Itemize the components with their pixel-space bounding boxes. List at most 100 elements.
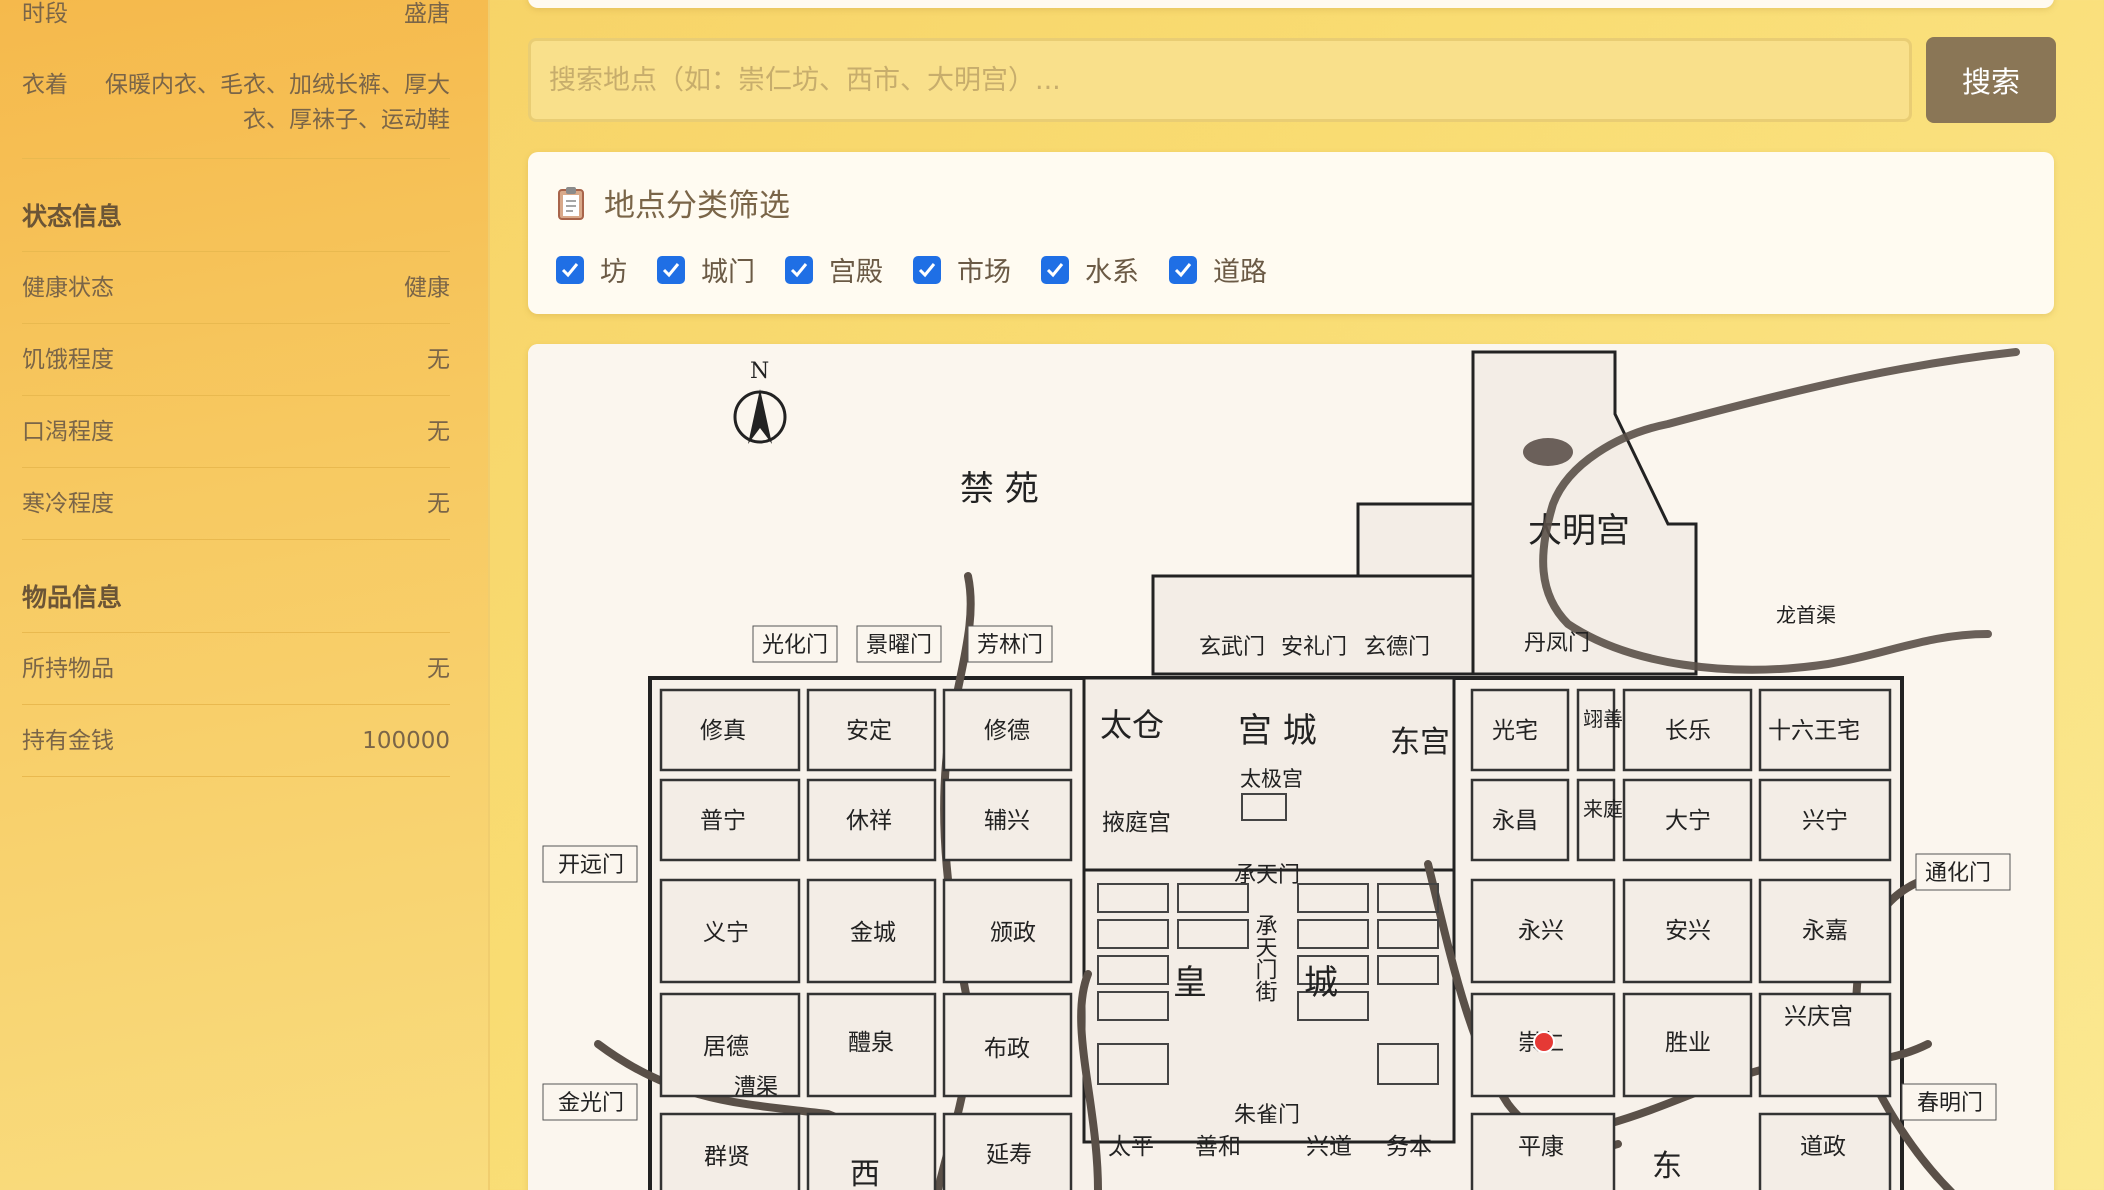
search-button[interactable]: 搜索	[1926, 37, 2056, 123]
ward-wuben[interactable]: 务本	[1386, 1134, 1432, 1160]
ward-yishan[interactable]: 翊善	[1583, 707, 1623, 731]
changan-map[interactable]: N 禁 苑 大明宫 龙首渠 光化门 景曜门 芳林门 玄武门 安礼门 玄德门 丹凤…	[528, 344, 2054, 1190]
ward-anding[interactable]: 安定	[846, 718, 892, 744]
gate-xuande[interactable]: 玄德门	[1364, 635, 1430, 660]
status-row-cold: 寒冷程度 无	[22, 468, 450, 540]
caoqu-label: 漕渠	[734, 1075, 778, 1100]
gate-fanglin[interactable]: 芳林门	[977, 633, 1043, 658]
ward-jincheng[interactable]: 金城	[850, 920, 896, 946]
east-market-label[interactable]: 东	[1652, 1149, 1682, 1184]
filter-option-water[interactable]: 水系	[1041, 250, 1139, 289]
checkbox-checked-icon[interactable]	[785, 255, 813, 284]
gate-danfeng[interactable]: 丹凤门	[1524, 631, 1590, 656]
money-value: 100000	[362, 728, 450, 754]
filter-option-gate[interactable]: 城门	[657, 250, 755, 289]
ward-daozheng[interactable]: 道政	[1800, 1134, 1846, 1160]
status-section-title: 状态信息	[22, 159, 450, 252]
ward-guangzhai[interactable]: 光宅	[1492, 718, 1538, 744]
ward-taiping[interactable]: 太平	[1108, 1134, 1154, 1160]
checkbox-checked-icon[interactable]	[657, 255, 685, 284]
ward-yongjia[interactable]: 永嘉	[1802, 918, 1848, 944]
health-value: 健康	[404, 275, 450, 301]
gate-kaiyuan[interactable]: 开远门	[558, 853, 624, 878]
ward-xingning[interactable]: 兴宁	[1802, 808, 1848, 834]
filter-label: 水系	[1085, 257, 1139, 288]
north-label: N	[750, 359, 769, 384]
possessions-label: 所持物品	[22, 656, 114, 682]
map-canvas[interactable]: N 禁 苑 大明宫 龙首渠 光化门 景曜门 芳林门 玄武门 安礼门 玄德门 丹凤…	[528, 344, 2054, 1190]
palace-donggong[interactable]: 东宫	[1390, 725, 1450, 760]
jinyuan-label: 禁 苑	[960, 469, 1039, 509]
ward-fuxing[interactable]: 辅兴	[984, 808, 1030, 834]
filter-option-palace[interactable]: 宫殿	[785, 250, 883, 289]
hunger-label: 饥饿程度	[22, 347, 114, 373]
ward-liquan[interactable]: 醴泉	[848, 1030, 894, 1056]
gate-anli[interactable]: 安礼门	[1281, 635, 1347, 660]
ward-shanhe[interactable]: 善和	[1195, 1134, 1241, 1160]
health-label: 健康状态	[22, 275, 114, 301]
ward-yongchang[interactable]: 永昌	[1492, 808, 1538, 834]
filter-option-fang[interactable]: 坊	[556, 250, 627, 289]
filter-label: 坊	[600, 257, 627, 288]
ward-xiuxiang[interactable]: 休祥	[846, 808, 892, 834]
filter-option-market[interactable]: 市场	[913, 250, 1011, 289]
filter-label: 城门	[701, 257, 755, 288]
filter-title-label: 地点分类筛选	[604, 188, 790, 224]
ward-xiuzhen[interactable]: 修真	[700, 718, 746, 744]
ward-pingkang[interactable]: 平康	[1518, 1134, 1564, 1160]
checkbox-checked-icon[interactable]	[1041, 255, 1069, 284]
ward-yanshou[interactable]: 延寿	[986, 1142, 1032, 1168]
palace-yeting[interactable]: 掖庭宫	[1102, 810, 1171, 836]
period-row: 时段 盛唐	[22, 0, 450, 34]
gate-jingyao[interactable]: 景曜门	[866, 633, 932, 658]
period-label: 时段	[22, 1, 68, 27]
clipboard-icon	[558, 186, 584, 220]
status-row-hunger: 饥饿程度 无	[22, 324, 450, 396]
palace-taicang[interactable]: 太仓	[1100, 706, 1164, 744]
gate-tonghua[interactable]: 通化门	[1925, 861, 1991, 886]
palace-xingqing[interactable]: 兴庆宫	[1784, 1004, 1853, 1030]
ward-laiting[interactable]: 来庭	[1583, 797, 1623, 821]
top-panel-edge	[528, 0, 2054, 8]
ward-daning[interactable]: 大宁	[1665, 808, 1711, 834]
ward-buzheng[interactable]: 布政	[984, 1036, 1030, 1062]
current-location-marker[interactable]	[1533, 1031, 1555, 1053]
filter-label: 道路	[1213, 257, 1267, 288]
ward-jude[interactable]: 居德	[703, 1034, 749, 1060]
gate-jinguang[interactable]: 金光门	[558, 1091, 624, 1116]
gate-xuanwu[interactable]: 玄武门	[1199, 635, 1265, 660]
items-row-possessions: 所持物品 无	[22, 633, 450, 705]
ward-changle[interactable]: 长乐	[1665, 718, 1711, 744]
ward-puning[interactable]: 普宁	[700, 808, 746, 834]
gate-chunming[interactable]: 春明门	[1917, 1091, 1983, 1116]
west-market-label[interactable]: 西	[850, 1157, 880, 1190]
ward-anxing[interactable]: 安兴	[1665, 918, 1711, 944]
thirst-value: 无	[427, 419, 450, 445]
ward-xiude[interactable]: 修德	[984, 718, 1030, 744]
clothing-value: 保暖内衣、毛衣、加绒长裤、厚大衣、厚袜子、运动鞋	[105, 72, 450, 133]
ward-songzheng[interactable]: 颁政	[990, 920, 1036, 946]
status-row-thirst: 口渴程度 无	[22, 396, 450, 468]
clothing-label: 衣着	[22, 72, 68, 98]
ward-shengye[interactable]: 胜业	[1665, 1030, 1711, 1056]
gate-guanghua[interactable]: 光化门	[762, 633, 828, 658]
checkbox-checked-icon[interactable]	[1169, 255, 1197, 284]
cold-label: 寒冷程度	[22, 491, 114, 517]
ward-yongxing[interactable]: 永兴	[1518, 918, 1564, 944]
imperial-city-huang: 皇	[1173, 963, 1207, 1003]
gate-zhuque[interactable]: 朱雀门	[1234, 1103, 1300, 1128]
palace-gongcheng[interactable]: 宫 城	[1238, 711, 1317, 751]
chengtianmen-street[interactable]: 承天门街	[1252, 914, 1278, 1002]
period-value: 盛唐	[404, 1, 450, 27]
filter-option-road[interactable]: 道路	[1169, 250, 1267, 289]
clothing-row: 衣着 保暖内衣、毛衣、加绒长裤、厚大衣、厚袜子、运动鞋	[22, 34, 450, 159]
hunger-value: 无	[427, 347, 450, 373]
ward-yining[interactable]: 义宁	[703, 920, 749, 946]
ward-qunxian[interactable]: 群贤	[704, 1144, 750, 1170]
checkbox-checked-icon[interactable]	[556, 255, 584, 284]
palace-taiji[interactable]: 太极宫	[1240, 767, 1303, 791]
location-search-input[interactable]	[528, 38, 1912, 122]
ward-xingdao[interactable]: 兴道	[1306, 1134, 1352, 1160]
ward-shiliuwang[interactable]: 十六王宅	[1768, 718, 1860, 744]
checkbox-checked-icon[interactable]	[913, 255, 941, 284]
